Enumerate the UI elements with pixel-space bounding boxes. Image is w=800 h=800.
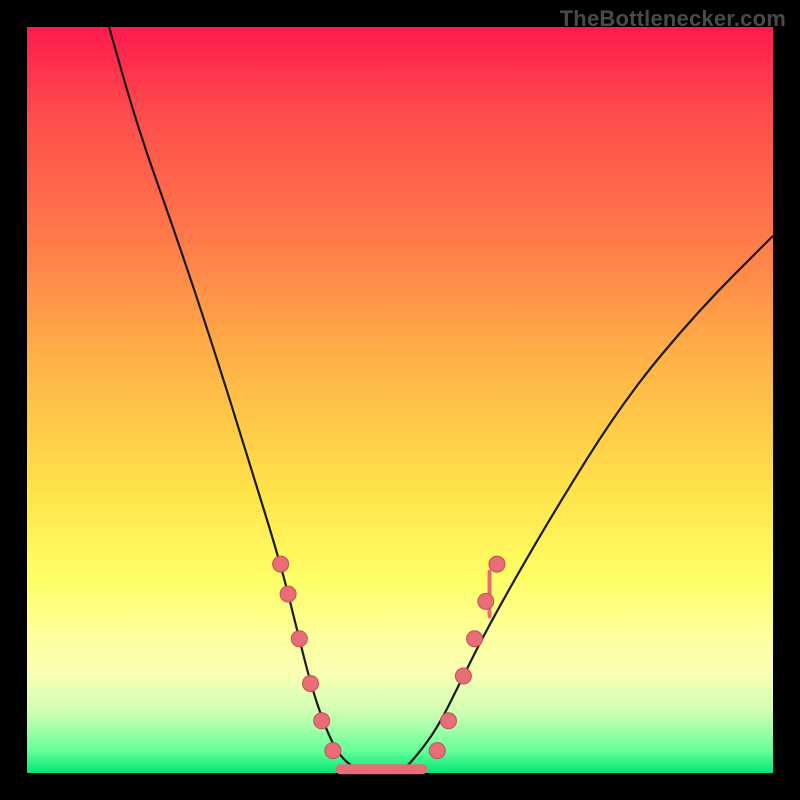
data-marker xyxy=(273,556,289,572)
data-marker xyxy=(467,631,483,647)
chart-svg xyxy=(27,27,773,773)
bottleneck-curve xyxy=(109,27,773,773)
data-marker xyxy=(478,593,494,609)
chart-plot-area xyxy=(27,27,773,773)
watermark-text: TheBottlenecker.com xyxy=(560,6,786,32)
data-marker xyxy=(325,743,341,759)
data-marker xyxy=(440,713,456,729)
data-marker xyxy=(302,675,318,691)
marker-group xyxy=(273,556,505,759)
data-marker xyxy=(429,743,445,759)
data-marker xyxy=(280,586,296,602)
data-marker xyxy=(291,631,307,647)
data-marker xyxy=(455,668,471,684)
data-marker xyxy=(314,713,330,729)
data-marker xyxy=(489,556,505,572)
